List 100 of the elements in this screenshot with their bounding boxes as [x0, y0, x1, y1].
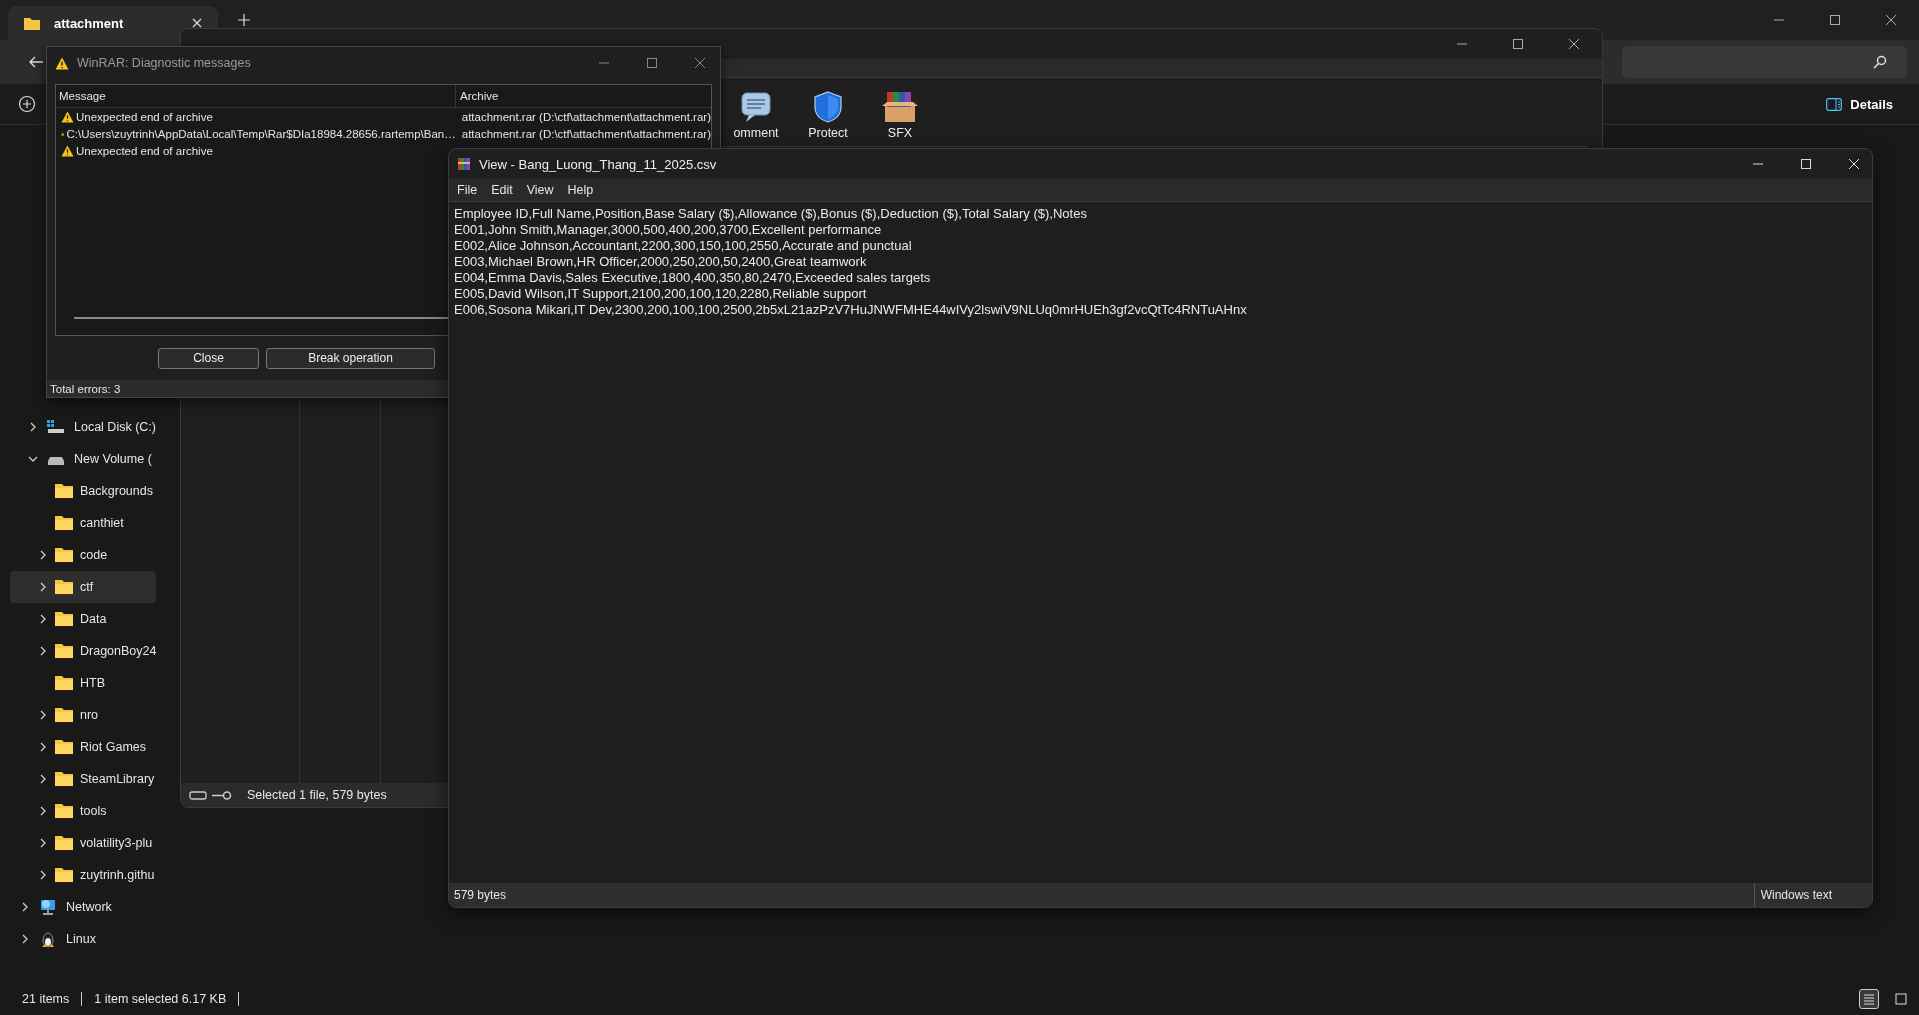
folder-item[interactable]: Backgrounds — [0, 475, 157, 507]
text-line: E006,Sosona Mikari,IT Dev,2300,200,100,100,2500,2b5xL21azPzV7HuJNWFMHE44wIVy2lswiV9NLUq0mrHUEh3gf2vcQtTc4RNTuAHnx — [454, 302, 1248, 318]
window-title: View - Bang_Luong_Thang_11_2025.csv — [479, 156, 717, 172]
chevron-icon[interactable] — [38, 614, 48, 624]
text-line: E005,David Wilson,IT Support,2100,200,100,120,2280,Reliable support — [454, 286, 868, 302]
selection-info: 1 item selected 6.17 KB — [94, 992, 227, 1006]
books-box-icon — [882, 90, 918, 124]
menu-item[interactable]: Help — [567, 183, 594, 197]
chevron-icon[interactable] — [38, 806, 48, 816]
item-count: 21 items — [22, 992, 70, 1006]
chevron-icon[interactable] — [38, 774, 48, 784]
back-arrow-icon[interactable] — [28, 55, 44, 69]
dialog-button[interactable]: Close — [158, 347, 259, 369]
new-icon[interactable] — [18, 95, 36, 113]
folder-item[interactable]: zuytrinh.githu — [0, 859, 157, 891]
details-view-button[interactable] — [1859, 989, 1879, 1009]
details-button[interactable]: Details — [1820, 95, 1899, 113]
chevron-icon[interactable] — [38, 742, 48, 752]
folder-item[interactable]: HTB — [0, 667, 157, 699]
folder-icon — [54, 483, 74, 499]
speech-bubble-icon — [739, 90, 773, 124]
chevron-icon[interactable] — [28, 454, 38, 464]
chevron-icon[interactable] — [20, 902, 30, 912]
archive-cell-text: attachment.rar (D:\ctf\attachment\attachment.rar) — [460, 110, 711, 123]
chevron-icon[interactable] — [20, 934, 30, 944]
chevron-icon[interactable] — [38, 582, 48, 592]
encoding-label: Windows text — [1753, 883, 1872, 907]
details-pane-icon — [1826, 97, 1843, 111]
menu-item[interactable]: File — [457, 183, 478, 197]
maximize-icon[interactable] — [1512, 38, 1524, 50]
text-line: E003,Michael Brown,HR Officer,2000,250,200,50,2400,Great teamwork — [454, 254, 868, 270]
chevron-icon[interactable] — [38, 710, 48, 720]
chevron-icon[interactable] — [28, 422, 38, 432]
nav-item[interactable]: New Volume ( — [0, 443, 157, 475]
folder-item[interactable]: tools — [0, 795, 157, 827]
folder-icon — [54, 771, 74, 787]
toolbar-button[interactable]: Protect — [798, 90, 858, 140]
toolbar-button[interactable]: omment — [726, 90, 786, 140]
folder-icon — [54, 707, 74, 723]
maximize-icon[interactable] — [1829, 14, 1841, 26]
message-cell: Unexpected end of archive — [76, 110, 213, 123]
nav-item[interactable]: Local Disk (C:) — [0, 411, 157, 443]
folder-item[interactable]: DragonBoy24 — [0, 635, 157, 667]
folder-icon — [54, 867, 74, 883]
menu-item[interactable]: Edit — [491, 183, 513, 197]
text-line: E002,Alice Johnson,Accountant,2200,300,150,100,2550,Accurate and punctual — [454, 238, 913, 254]
message-cell: C:\Users\zuytrinh\AppData\Local\Temp\Rar$DIa18984.28656.rartemp\Ban… — [66, 127, 456, 140]
nav-item[interactable]: Network — [0, 891, 157, 923]
folder-item[interactable]: Data — [0, 603, 157, 635]
archive-cell-text: attachment.rar (D:\ctf\attachment\attachment.rar) — [460, 127, 711, 140]
column-header[interactable]: Archive — [456, 90, 499, 102]
drive-icon — [46, 419, 66, 435]
search-field[interactable] — [1622, 46, 1907, 78]
text-line: Employee ID,Full Name,Position,Base Salary ($),Allowance ($),Bonus ($),Deduction ($),Total Salary ($),Notes — [454, 206, 1088, 222]
folder-icon — [54, 515, 74, 531]
network-icon — [38, 898, 58, 916]
folder-item[interactable]: volatility3-plu — [0, 827, 157, 859]
column-header[interactable]: Message — [56, 85, 456, 107]
explorer-tab[interactable]: attachment — [8, 6, 218, 40]
status-text: Selected 1 file, 579 bytes — [247, 788, 387, 802]
folder-icon — [54, 803, 74, 819]
warning-icon — [61, 110, 74, 123]
dialog-button[interactable]: Break operation — [266, 347, 435, 369]
folder-icon — [54, 675, 74, 691]
window-title: WinRAR: Diagnostic messages — [77, 56, 251, 70]
chevron-icon[interactable] — [38, 550, 48, 560]
drive-key-icon — [189, 789, 233, 801]
folder-icon — [24, 16, 40, 30]
square-icon — [1894, 992, 1908, 1006]
folder-icon — [54, 643, 74, 659]
toolbar-button[interactable]: SFX — [870, 90, 930, 140]
folder-icon — [54, 835, 74, 851]
folder-item[interactable]: Riot Games — [0, 731, 157, 763]
message-cell: Unexpected end of archive — [76, 144, 213, 157]
new-tab-icon[interactable] — [238, 14, 250, 26]
error-count: Total errors: 3 — [50, 382, 121, 395]
shield-icon — [811, 90, 845, 124]
list-icon — [1862, 992, 1876, 1006]
file-size: 579 bytes — [453, 888, 507, 902]
folder-icon — [54, 611, 74, 627]
folder-item[interactable]: nro — [0, 699, 157, 731]
text-line: E004,Emma Davis,Sales Executive,1800,400,350,80,2470,Exceeded sales targets — [454, 270, 932, 286]
close-icon[interactable] — [1568, 38, 1580, 50]
nav-item[interactable]: Linux — [0, 923, 157, 955]
close-icon[interactable] — [1885, 14, 1897, 26]
folder-item[interactable]: canthiet — [0, 507, 157, 539]
menu-item[interactable]: View — [526, 183, 554, 197]
chevron-icon[interactable] — [38, 838, 48, 848]
folder-icon — [54, 547, 74, 563]
folder-icon — [54, 739, 74, 755]
warning-icon — [55, 56, 69, 70]
chevron-icon[interactable] — [38, 870, 48, 880]
folder-item[interactable]: SteamLibrary — [0, 763, 157, 795]
search-icon — [1873, 55, 1887, 69]
folder-item[interactable]: ctf — [10, 571, 157, 603]
chevron-icon[interactable] — [38, 646, 48, 656]
folder-item[interactable]: code — [0, 539, 157, 571]
text-line: E001,John Smith,Manager,3000,500,400,200,3700,Excellent performance — [454, 222, 883, 238]
folder-icon — [54, 579, 74, 595]
warning-icon — [61, 144, 74, 157]
